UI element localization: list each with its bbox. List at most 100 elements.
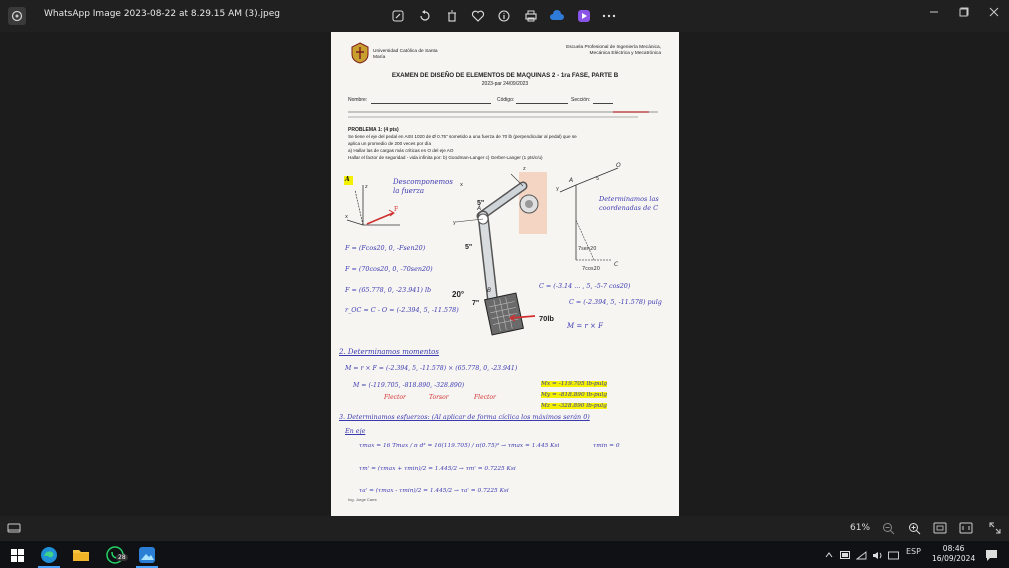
svg-text:x: x	[460, 182, 463, 188]
handwritten-tau-alt: τa' = (τmax - τmin)/2 = 1.445/2 → τa' = …	[359, 488, 509, 494]
code-line	[516, 103, 568, 104]
clock[interactable]: 08:46 16/09/2024	[932, 544, 975, 564]
handwritten-moments-title: 2. Determinamos momentos	[339, 348, 439, 356]
filmstrip-icon[interactable]	[6, 520, 22, 536]
highlighted-my: My = -818.890 lb-pulg	[541, 392, 608, 398]
battery-icon[interactable]	[838, 544, 852, 566]
close-button[interactable]	[979, 0, 1009, 24]
coordinates-sketch: O A C y 5 7sen20 7cos20	[556, 162, 621, 272]
handwritten-tau-mean: τm' = (τmax + τmin)/2 = 1.445/2 → τm' = …	[359, 466, 516, 472]
svg-text:x: x	[345, 214, 348, 220]
zoom-out-icon[interactable]	[880, 520, 896, 536]
handwritten-label: Flector	[384, 394, 406, 401]
print-icon[interactable]	[523, 8, 539, 24]
code-label: Código:	[497, 97, 515, 103]
notification-badge: 28	[116, 554, 128, 561]
problem-title: PROBLEMA 1: (4 pts)	[348, 127, 399, 133]
actual-size-icon[interactable]	[958, 520, 974, 536]
handwritten-point-c: C = (-3.14 ... , 5, -5-7 cos20)	[539, 282, 631, 290]
volume-icon[interactable]	[870, 544, 884, 566]
highlighted-mx: Mx = -119.705 lb-pulg	[541, 381, 608, 387]
instructions-line	[348, 116, 638, 118]
section-label: Sección:	[571, 97, 591, 103]
handwritten-shaft-label: En eje	[345, 427, 366, 435]
more-icon[interactable]	[601, 8, 617, 24]
handwritten-force-1: F = (Fcos20, 0, -Fsen20)	[345, 244, 426, 252]
handwritten-force-3: F = (65.778, 0, -23.941) lb	[345, 286, 432, 294]
handwritten-moment-result: M = (-119.705, -818.890, -328.890)	[353, 382, 465, 389]
dimension-7-label: 7"	[472, 300, 480, 307]
delete-icon[interactable]	[444, 8, 460, 24]
svg-text:7sen20: 7sen20	[578, 246, 596, 252]
image-viewer-canvas[interactable]: Universidad Católica de Santa María Escu…	[0, 32, 1009, 516]
photos-app-icon[interactable]	[8, 7, 26, 25]
clipchamp-icon[interactable]	[576, 8, 592, 24]
handwritten-force-2: F = (70cos20, 0, -70sen20)	[345, 265, 433, 273]
problem-statement: Se tiene el eje del pedal en AISI 1020 d…	[348, 134, 577, 139]
windows-start-icon[interactable]	[6, 544, 28, 566]
exam-photo: Universidad Católica de Santa María Escu…	[331, 32, 679, 516]
school-name: Escuela Profesional de Ingeniería Mecáni…	[566, 45, 661, 56]
handwritten-stress-title: 3. Determinamos esfuerzos: (Al aplicar d…	[339, 413, 590, 421]
window-title: WhatsApp Image 2023-08-22 at 8.29.15 AM …	[44, 9, 280, 19]
section-line	[593, 103, 613, 104]
whatsapp-icon[interactable]: 28	[104, 544, 128, 566]
cloud-icon[interactable]	[549, 8, 565, 24]
fullscreen-icon[interactable]	[987, 520, 1003, 536]
dimension-5-label: 5"	[465, 244, 473, 251]
clock-date: 16/09/2024	[932, 554, 976, 563]
svg-text:y: y	[556, 186, 559, 192]
taskbar: 28 ESP 08:46 16/09/2024	[0, 541, 1009, 568]
problem-question: a) Hallar las de cargas más críticas en …	[348, 148, 454, 153]
svg-text:z: z	[523, 166, 526, 172]
title-bar: WhatsApp Image 2023-08-22 at 8.29.15 AM …	[0, 0, 1009, 32]
network-icon[interactable]	[854, 544, 868, 566]
exam-date: 2023-par 24/09/2023	[481, 81, 529, 87]
svg-text:z: z	[365, 184, 368, 190]
viewer-bottom-bar: 61%	[0, 516, 1009, 541]
dimension-5-label: 5"	[477, 200, 485, 207]
force-70lb-label: 70lb	[539, 314, 555, 323]
svg-text:C: C	[614, 261, 619, 268]
photos-taskbar-icon[interactable]	[136, 544, 158, 566]
exam-title: EXAMEN DE DISEÑO DE ELEMENTOS DE MAQUINA…	[391, 72, 619, 79]
keyboard-icon[interactable]	[886, 544, 900, 566]
clock-time: 08:46	[942, 544, 965, 553]
angle-20-label: 20°	[452, 290, 465, 299]
chevron-up-icon[interactable]	[822, 544, 836, 566]
info-icon[interactable]	[496, 8, 512, 24]
name-label: Nombre:	[348, 97, 368, 103]
handwritten-point-c-result: C = (-2.394, 5, -11.578) pulg	[569, 298, 662, 306]
fit-window-icon[interactable]	[932, 520, 948, 536]
favorite-icon[interactable]	[470, 8, 486, 24]
maximize-button[interactable]	[949, 0, 979, 24]
name-line	[371, 103, 491, 104]
instructions-line	[348, 111, 658, 113]
svg-text:B: B	[487, 287, 491, 294]
svg-text:5: 5	[596, 176, 599, 182]
language-indicator[interactable]: ESP	[906, 547, 921, 556]
edit-icon[interactable]	[390, 8, 406, 24]
svg-text:F: F	[394, 206, 398, 213]
signature-label: Ing. Jorge Carre	[348, 497, 377, 502]
svg-text:y: y	[453, 220, 456, 226]
handwritten-label: Torsor	[429, 394, 449, 401]
minimize-button[interactable]	[919, 0, 949, 24]
svg-text:O: O	[616, 162, 621, 169]
handwritten-tau-min: τmin = 0	[593, 443, 620, 449]
zoom-in-icon[interactable]	[906, 520, 922, 536]
file-explorer-icon[interactable]	[70, 544, 92, 566]
handwritten-coords: Determinamos las coordenadas de C	[599, 195, 659, 212]
highlighted-mz: Mz = -328.890 lb-pulg	[541, 403, 607, 409]
university-seal-icon	[351, 42, 369, 64]
notifications-icon[interactable]	[980, 544, 1002, 566]
university-name: Universidad Católica de Santa María	[373, 49, 438, 60]
handwritten-moment-calc: M = r × F = (-2.394, 5, -11.578) × (65.7…	[345, 365, 518, 372]
handwritten-moment-formula: M = r × F	[567, 322, 604, 330]
handwritten-descompose: Descomponemos la fuerza	[393, 178, 453, 195]
handwritten-position-vector: r_OC = C - O = (-2.394, 5, -11.578)	[345, 306, 459, 314]
rotate-icon[interactable]	[417, 8, 433, 24]
edge-icon[interactable]	[38, 544, 60, 566]
problem-statement: aplica un promedio de 200 veces por día	[348, 141, 431, 146]
zoom-level: 61%	[850, 523, 871, 533]
